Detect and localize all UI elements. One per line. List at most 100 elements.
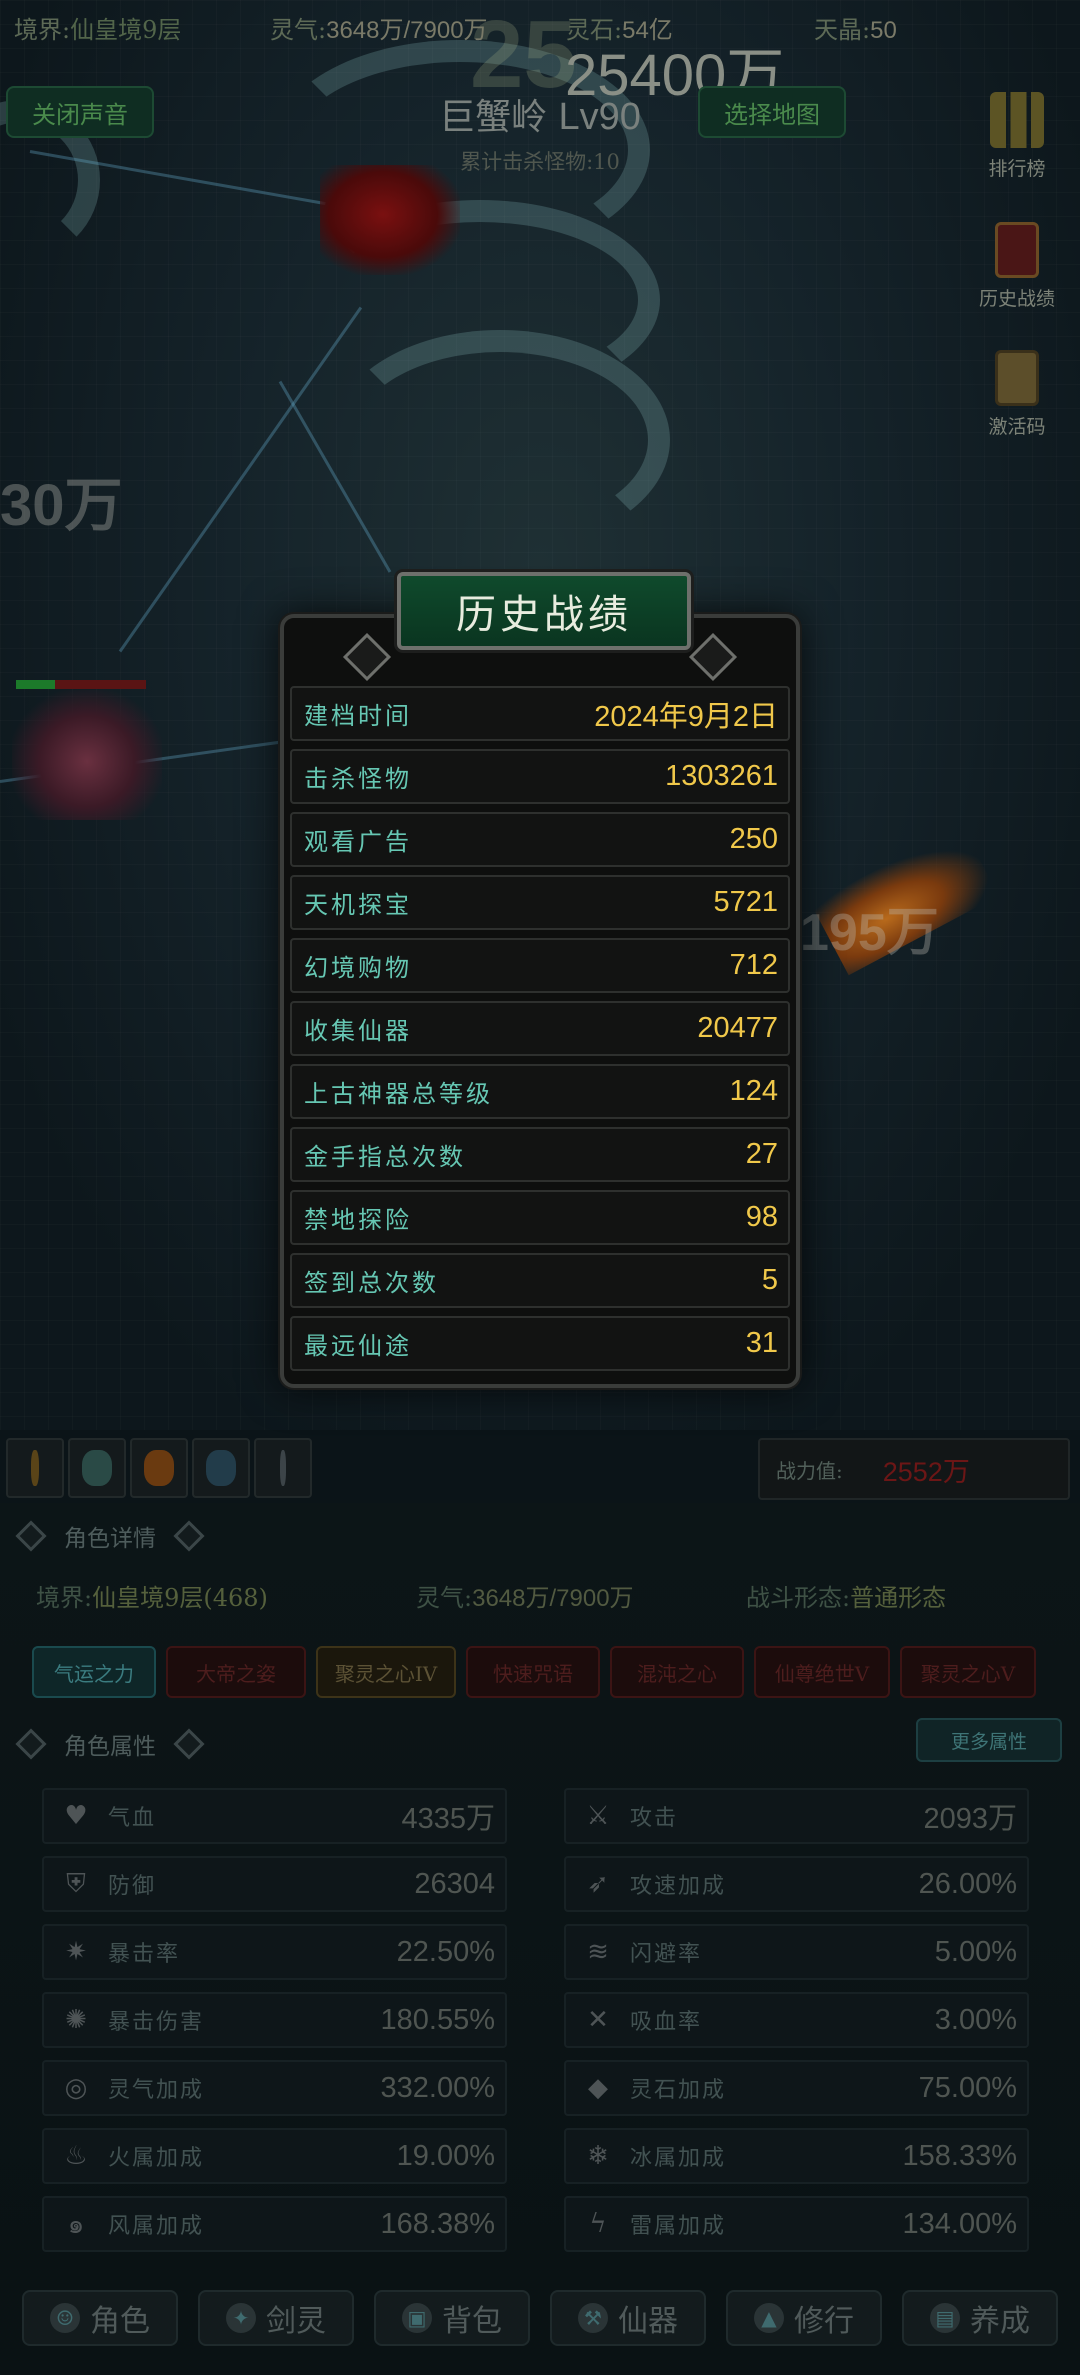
gold-stat: 灵石:54亿 (566, 16, 673, 44)
attribute-value: 4335万 (401, 1803, 495, 1835)
nav-button-bag[interactable]: ▣ 背包 (374, 2290, 530, 2346)
aura-tab[interactable]: 大帝之姿 (166, 1646, 306, 1698)
nav-button-artifact[interactable]: ⚒ 仙器 (550, 2290, 706, 2346)
redeem-code-button[interactable]: 激活码 (962, 350, 1072, 439)
attribute-row: ✺ 暴击伤害 180.55% (42, 1992, 507, 2048)
diamond-ornament (173, 1520, 205, 1552)
attribute-row: ❄ 冰属加成 158.33% (564, 2128, 1029, 2184)
wind-icon: ๑ (67, 2209, 85, 2240)
skill-slot[interactable] (254, 1438, 312, 1498)
skill-slot[interactable] (130, 1438, 188, 1498)
attribute-row: ⛨ 防御 26304 (42, 1856, 507, 1912)
history-stat-label: 天机探宝 (304, 891, 412, 919)
nav-button-nurture[interactable]: ▤ 养成 (902, 2290, 1058, 2346)
history-stat-row: 收集仙器 20477 (290, 1001, 790, 1056)
attribute-value: 75.00% (918, 2071, 1017, 2104)
spirit-stone-icon: ◆ (588, 2073, 608, 2103)
nav-button-character[interactable]: ☺ 角色 (22, 2290, 178, 2346)
skill-slot[interactable] (192, 1438, 250, 1498)
combat-power-value: 2552万 (882, 1456, 970, 1487)
history-stat-row: 最远仙途 31 (290, 1316, 790, 1371)
history-stat-label: 建档时间 (304, 702, 412, 730)
history-button[interactable]: 历史战绩 (962, 222, 1072, 311)
history-stat-label: 禁地探险 (304, 1206, 412, 1234)
aura-tab[interactable]: 聚灵之心V (900, 1646, 1036, 1698)
leaderboard-label: 排行榜 (988, 158, 1046, 180)
skill-slot[interactable] (6, 1438, 64, 1498)
history-stat-value: 712 (729, 949, 778, 981)
thunder-icon: ϟ (589, 2209, 607, 2239)
history-stat-row: 幻境购物 712 (290, 938, 790, 993)
attribute-label: 暴击伤害 (108, 2010, 205, 2035)
combat-power-label: 战力值: (776, 1458, 843, 1483)
attribute-value: 26304 (414, 1867, 495, 1900)
sword-spirit-icon: ✦ (226, 2303, 256, 2333)
fire-icon: ♨ (64, 2141, 88, 2171)
history-stat-row: 禁地探险 98 (290, 1190, 790, 1245)
leaderboard-button[interactable]: 排行榜 (962, 92, 1072, 181)
attribute-label: 冰属加成 (630, 2146, 727, 2171)
attribute-row: ✕ 吸血率 3.00% (564, 1992, 1029, 2048)
bottom-navigation: ☺ 角色 ✦ 剑灵 ▣ 背包 ⚒ 仙器 ▲ 修行 ▤ 养成 (0, 2290, 1080, 2362)
aura-tab[interactable]: 聚灵之心IV (316, 1646, 456, 1698)
nav-label: 仙器 (618, 2304, 678, 2339)
nav-button-sword-spirit[interactable]: ✦ 剑灵 (198, 2290, 354, 2346)
attribute-value: 332.00% (380, 2071, 496, 2104)
nav-label: 修行 (794, 2304, 854, 2339)
history-stat-row: 建档时间 2024年9月2日 (290, 686, 790, 741)
attribute-row: ๑ 风属加成 168.38% (42, 2196, 507, 2252)
history-stat-label: 幻境购物 (304, 954, 412, 982)
aura-tab[interactable]: 仙尊绝世V (754, 1646, 890, 1698)
heart-icon: ♥ (64, 1801, 88, 1831)
history-stat-label: 击杀怪物 (304, 765, 412, 793)
aura-tab[interactable]: 混沌之心 (610, 1646, 744, 1698)
aura-tab[interactable]: 快速咒语 (466, 1646, 600, 1698)
map-level: Lv90 (558, 96, 641, 138)
attribute-row: ✷ 暴击率 22.50% (42, 1924, 507, 1980)
spear-icon (31, 1450, 39, 1486)
attribute-value: 158.33% (902, 2139, 1018, 2172)
char-qi: 灵气:3648万/7900万 (416, 1584, 634, 1612)
nav-label: 背包 (442, 2304, 502, 2339)
sword-skill-icon (280, 1450, 286, 1486)
history-stat-label: 签到总次数 (304, 1269, 439, 1297)
attribute-label: 风属加成 (108, 2214, 205, 2239)
map-name: 巨蟹岭 (439, 97, 548, 138)
history-stat-value: 20477 (697, 1012, 778, 1044)
lifesteal-icon: ✕ (587, 2005, 609, 2035)
crit-icon: ✷ (65, 1937, 87, 1967)
char-realm: 境界:仙皇境9层(468) (36, 1584, 268, 1612)
history-stat-row: 击杀怪物 1303261 (290, 749, 790, 804)
section-title: 角色属性 (64, 1734, 156, 1760)
history-stat-row: 签到总次数 5 (290, 1253, 790, 1308)
diamond-ornament (173, 1728, 205, 1760)
attribute-row: ϟ 雷属加成 134.00% (564, 2196, 1029, 2252)
history-stat-label: 金手指总次数 (304, 1143, 466, 1171)
skill-slot[interactable] (68, 1438, 126, 1498)
history-modal: 历史战绩 建档时间 2024年9月2日 击杀怪物 1303261 观看广告 250 天机探宝… (280, 572, 800, 1388)
title-ornament-right (688, 632, 738, 682)
crit-damage-icon: ✺ (65, 2005, 87, 2035)
diamond-ornament (15, 1728, 47, 1760)
attribute-label: 灵石加成 (630, 2078, 727, 2103)
attribute-label: 攻击 (630, 1806, 679, 1831)
history-stat-row: 上古神器总等级 124 (290, 1064, 790, 1119)
attribute-label: 暴击率 (108, 1942, 181, 1967)
history-stat-row: 金手指总次数 27 (290, 1127, 790, 1182)
aura-tab[interactable]: 气运之力 (32, 1646, 156, 1698)
attribute-value: 2093万 (923, 1803, 1017, 1835)
attribute-label: 防御 (108, 1874, 157, 1899)
attribute-row: ≋ 闪避率 5.00% (564, 1924, 1029, 1980)
combat-power: 战力值: 2552万 (758, 1438, 1070, 1500)
nav-button-cultivate[interactable]: ▲ 修行 (726, 2290, 882, 2346)
history-stat-value: 2024年9月2日 (594, 700, 778, 733)
dodge-icon: ≋ (587, 1937, 609, 1967)
character-icon: ☺ (50, 2303, 80, 2333)
character-details-header: 角色详情 (15, 1518, 205, 1554)
scroll-icon (995, 350, 1039, 406)
floating-damage-left: 30万 (0, 473, 123, 538)
attribute-row: ➶ 攻速加成 26.00% (564, 1856, 1029, 1912)
modal-title: 历史战绩 (397, 572, 691, 650)
floating-damage-right: 195万 (800, 904, 939, 962)
more-attributes-button[interactable]: 更多属性 (916, 1718, 1062, 1762)
